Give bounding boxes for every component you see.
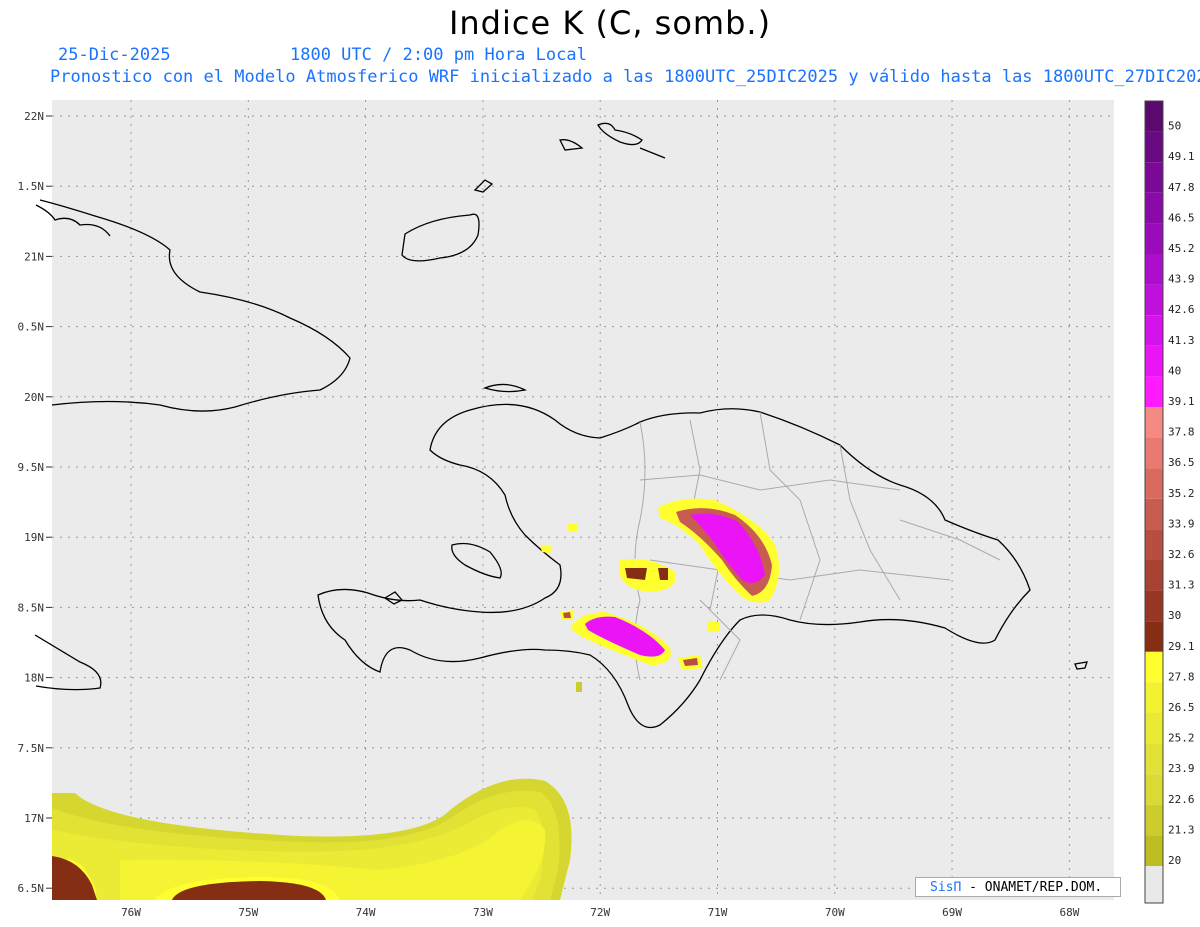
colorbar-label: 35.2 (1168, 487, 1195, 500)
map-background (52, 100, 1114, 900)
lon-label: 76W (121, 906, 141, 919)
lat-label: 18N (24, 672, 44, 685)
colorbar-swatch (1145, 345, 1163, 377)
colorbar-label: 37.8 (1168, 426, 1195, 439)
colorbar-swatch (1145, 284, 1163, 316)
credit-brand: SisΠ (930, 880, 962, 895)
colorbar-label: 47.8 (1168, 181, 1195, 194)
credit-text: - ONAMET/REP.DOM. (961, 880, 1103, 895)
colorbar-label: 30 (1168, 609, 1181, 622)
colorbar-label: 33.9 (1168, 517, 1195, 530)
colorbar-label: 32.6 (1168, 548, 1195, 561)
colorbar-swatch (1145, 131, 1163, 163)
lat-label: 20N (24, 391, 44, 404)
longitude-labels: 76W 75W 74W 73W 72W 71W 70W 69W 68W (121, 906, 1080, 919)
colorbar-label: 36.5 (1168, 456, 1195, 469)
lon-label: 68W (1059, 906, 1079, 919)
colorbar-label: 43.9 (1168, 273, 1195, 286)
colorbar-label: 42.6 (1168, 303, 1195, 316)
latitude-labels: 22N 1.5N 21N 0.5N 20N 9.5N 19N 8.5N 18N 7.5N 17N 6.… (18, 110, 52, 895)
colorbar-swatch (1145, 529, 1163, 560)
colorbar-swatch (1145, 651, 1163, 683)
colorbar-label: 21.3 (1168, 823, 1195, 836)
lat-label: 22N (24, 110, 44, 123)
lon-label: 71W (708, 906, 728, 919)
colorbar-swatch (1145, 437, 1163, 469)
lon-label: 74W (356, 906, 376, 919)
lat-label: 0.5N (18, 321, 45, 334)
lat-label: 6.5N (18, 882, 45, 895)
colorbar-swatch (1145, 774, 1163, 805)
colorbar-label: 26.5 (1168, 701, 1195, 714)
colorbar-label: 31.3 (1168, 579, 1195, 592)
colorbar-label: 41.3 (1168, 334, 1195, 347)
colorbar-swatch (1145, 101, 1163, 132)
lat-label: 1.5N (18, 180, 45, 193)
colorbar-label: 39.1 (1168, 395, 1195, 408)
colorbar-swatch (1145, 192, 1163, 224)
lon-label: 70W (825, 906, 845, 919)
colorbar-swatch (1145, 743, 1163, 775)
colorbar-swatch (1145, 713, 1163, 744)
colorbar-swatch (1145, 498, 1163, 530)
colorbar-label: 40 (1168, 364, 1181, 377)
colorbar-label: 25.2 (1168, 732, 1195, 745)
colorbar-swatch (1145, 560, 1163, 591)
colorbar-swatch (1145, 468, 1163, 499)
colorbar-swatch (1145, 376, 1163, 407)
lat-label: 8.5N (18, 601, 45, 614)
colorbar-swatch (1145, 835, 1163, 866)
colorbar: 50 49.1 47.8 46.5 45.2 43.9 42.6 41.3 40 39.1 37.8… (1144, 100, 1195, 904)
lon-label: 72W (590, 906, 610, 919)
lon-label: 75W (238, 906, 258, 919)
colorbar-swatch (1145, 804, 1163, 836)
map-canvas: 22N 1.5N 21N 0.5N 20N 9.5N 19N 8.5N 18N 7.5N 17N 6.… (18, 100, 1195, 919)
colorbar-label: 45.2 (1168, 242, 1195, 255)
credit-box: SisΠ - ONAMET/REP.DOM. (915, 877, 1121, 897)
lon-label: 73W (473, 906, 493, 919)
colorbar-swatch (1145, 407, 1163, 438)
colorbar-label: 49.1 (1168, 150, 1195, 163)
colorbar-swatch (1145, 621, 1163, 652)
colorbar-label: 29.1 (1168, 640, 1195, 653)
colorbar-label: 46.5 (1168, 211, 1195, 224)
lat-label: 7.5N (18, 742, 45, 755)
colorbar-swatch (1145, 682, 1163, 713)
colorbar-swatch (1145, 162, 1163, 193)
colorbar-label: 23.9 (1168, 762, 1195, 775)
colorbar-swatch (1145, 590, 1163, 622)
colorbar-label: 22.6 (1168, 793, 1195, 806)
lat-label: 17N (24, 812, 44, 825)
colorbar-label: 20 (1168, 854, 1181, 867)
colorbar-label: 27.8 (1168, 670, 1195, 683)
lat-label: 19N (24, 531, 44, 544)
colorbar-below-range (1145, 866, 1163, 903)
colorbar-label: 50 (1168, 120, 1181, 133)
colorbar-swatch (1145, 315, 1163, 346)
colorbar-swatch (1145, 223, 1163, 254)
colorbar-swatch (1145, 254, 1163, 285)
lat-label: 21N (24, 250, 44, 263)
lon-label: 69W (942, 906, 962, 919)
lat-label: 9.5N (18, 461, 45, 474)
